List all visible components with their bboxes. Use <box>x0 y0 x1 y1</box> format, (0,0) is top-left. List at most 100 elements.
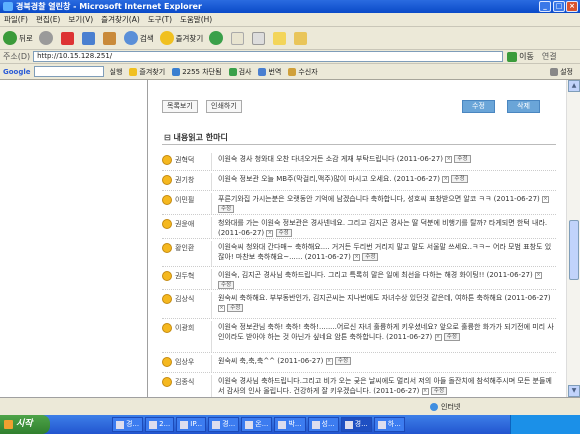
comments-title: 내용읽고 한마디 <box>173 133 228 142</box>
zone-label: 인터넷 <box>441 403 461 411</box>
smiley-icon <box>162 175 172 185</box>
edit-comment-button[interactable]: 수정 <box>334 357 352 365</box>
taskbar-label: 2... <box>159 420 171 428</box>
google-favorites-button[interactable]: 즐겨찾기 <box>129 67 165 77</box>
delete-comment-icon[interactable]: × <box>325 357 333 365</box>
taskbar-button[interactable]: 하... <box>373 417 405 432</box>
address-input[interactable]: http://10.15.128.251/ <box>33 51 504 62</box>
board-content: 목록보기 인쇄하기 수정 삭제 ⊟ 내용읽고 한마디 권혁덕 이원숙 경사 청와대… <box>150 80 566 397</box>
smiley-icon <box>162 243 172 253</box>
history-button[interactable] <box>209 31 225 45</box>
go-button[interactable]: 이동 <box>507 51 534 62</box>
delete-comment-icon[interactable]: × <box>434 333 442 341</box>
menu-bar: 파일(F) 편집(E) 보기(V) 즐겨찾기(A) 도구(T) 도움말(H) <box>0 13 580 27</box>
window-icon <box>377 420 386 429</box>
messenger-icon <box>294 31 308 45</box>
window-icon <box>212 420 221 429</box>
mail-button[interactable] <box>231 31 246 45</box>
window-icon <box>311 420 320 429</box>
taskbar-button[interactable]: 경... <box>340 417 372 432</box>
edit-comment-button[interactable]: 수정 <box>218 205 235 213</box>
edit-post-button[interactable]: 수정 <box>462 100 495 113</box>
edit-comment-button[interactable]: 수정 <box>362 253 379 261</box>
window-icon <box>180 420 189 429</box>
start-button[interactable]: 시작 <box>0 415 50 434</box>
menu-favorites[interactable]: 즐겨찾기(A) <box>101 14 140 25</box>
edit-comment-button[interactable]: 수정 <box>443 333 460 341</box>
comment-row: 이민필 푸른기와집 가시는분은 오랫동안 기억에 남겠습니다 축하합니다, 성호씨… <box>162 193 556 215</box>
scroll-down-arrow-icon[interactable]: ▼ <box>568 385 580 397</box>
taskbar-label: IP... <box>190 420 203 428</box>
maximize-button[interactable]: □ <box>553 1 565 12</box>
links-label[interactable]: 연결 <box>542 51 557 62</box>
collapse-icon[interactable]: ⊟ <box>164 133 171 142</box>
scroll-thumb[interactable] <box>569 220 579 280</box>
check-label: 검사 <box>238 67 252 76</box>
check-button[interactable]: 검사 <box>228 67 252 77</box>
google-search-input[interactable] <box>33 66 104 77</box>
print-toolbar-button[interactable] <box>252 31 267 45</box>
search-button[interactable]: 검색 <box>123 31 154 45</box>
edit-comment-button[interactable]: 수정 <box>430 387 448 395</box>
edit-comment-button[interactable]: 수정 <box>451 175 468 183</box>
folder-button[interactable] <box>273 31 288 45</box>
recipient-button[interactable]: 수신자 <box>288 67 318 77</box>
menu-edit[interactable]: 편집(E) <box>36 14 60 25</box>
home-button[interactable] <box>102 31 118 45</box>
back-button[interactable]: 뒤로 <box>3 31 33 45</box>
go-label: 이동 <box>519 52 534 61</box>
close-button[interactable]: × <box>566 1 578 12</box>
delete-comment-icon[interactable]: × <box>421 387 429 395</box>
delete-comment-icon[interactable]: × <box>442 175 450 183</box>
forward-button[interactable] <box>38 31 55 45</box>
go-arrow-icon <box>507 51 518 62</box>
translate-button[interactable]: 번역 <box>258 67 281 77</box>
popup-blocker-button[interactable]: 2255 차단됨 <box>172 67 222 77</box>
list-button[interactable]: 목록보기 <box>162 100 198 113</box>
taskbar-button[interactable]: 박... <box>274 417 306 432</box>
window-icon <box>116 420 124 429</box>
comment-author: 권기창 <box>175 176 195 184</box>
window-icon <box>344 420 353 429</box>
messenger-button[interactable] <box>294 31 309 45</box>
refresh-button[interactable] <box>81 31 97 45</box>
history-icon <box>209 31 224 45</box>
taskbar-button[interactable]: 온... <box>241 417 273 432</box>
edit-comment-button[interactable]: 수정 <box>454 155 471 163</box>
menu-tools[interactable]: 도구(T) <box>148 14 172 25</box>
favorites-button[interactable]: 즐겨찾기 <box>159 31 203 45</box>
comment-text: 푸른기와집 가시는분은 오랫동안 기억에 남겠습니다 축하합니다, 성호씨 표창… <box>218 195 540 203</box>
divider <box>211 153 212 170</box>
stop-button[interactable] <box>60 31 76 45</box>
delete-post-button[interactable]: 삭제 <box>507 100 540 113</box>
smiley-icon <box>162 357 172 367</box>
taskbar-button[interactable]: 경... <box>208 417 240 432</box>
vertical-scrollbar[interactable]: ▲ ▼ <box>566 80 580 397</box>
delete-comment-icon[interactable]: × <box>542 195 550 203</box>
delete-comment-icon[interactable]: × <box>445 155 453 163</box>
taskbar-button[interactable]: 성... <box>307 417 339 432</box>
edit-comment-button[interactable]: 수정 <box>218 281 235 289</box>
menu-file[interactable]: 파일(F) <box>4 14 28 25</box>
delete-comment-icon[interactable]: × <box>534 271 542 279</box>
google-toolbar: Google 실행 즐겨찾기 2255 차단됨 검사 번역 수신자 설정 <box>0 64 580 80</box>
delete-comment-icon[interactable]: × <box>353 253 361 261</box>
window-icon <box>149 420 158 429</box>
menu-view[interactable]: 보기(V) <box>68 14 93 25</box>
divider <box>211 292 212 318</box>
menu-help[interactable]: 도움말(H) <box>180 14 212 25</box>
print-button[interactable]: 인쇄하기 <box>206 100 242 113</box>
minimize-button[interactable]: _ <box>539 1 551 12</box>
taskbar-button[interactable]: IP... <box>176 417 207 432</box>
window-title: 경북경찰 열린창 - Microsoft Internet Explorer <box>16 2 202 11</box>
delete-comment-icon[interactable]: × <box>218 304 225 312</box>
comment-author: 이민필 <box>175 196 195 204</box>
edit-comment-button[interactable]: 수정 <box>275 229 292 237</box>
taskbar-button[interactable]: 2... <box>145 417 175 432</box>
google-settings-button[interactable]: 설정 <box>550 67 573 77</box>
delete-comment-icon[interactable]: × <box>266 229 274 237</box>
taskbar-button[interactable]: 경... <box>112 417 144 432</box>
google-run-button[interactable]: 실행 <box>110 67 123 77</box>
edit-comment-button[interactable]: 수정 <box>227 304 244 312</box>
scroll-up-arrow-icon[interactable]: ▲ <box>568 80 580 92</box>
